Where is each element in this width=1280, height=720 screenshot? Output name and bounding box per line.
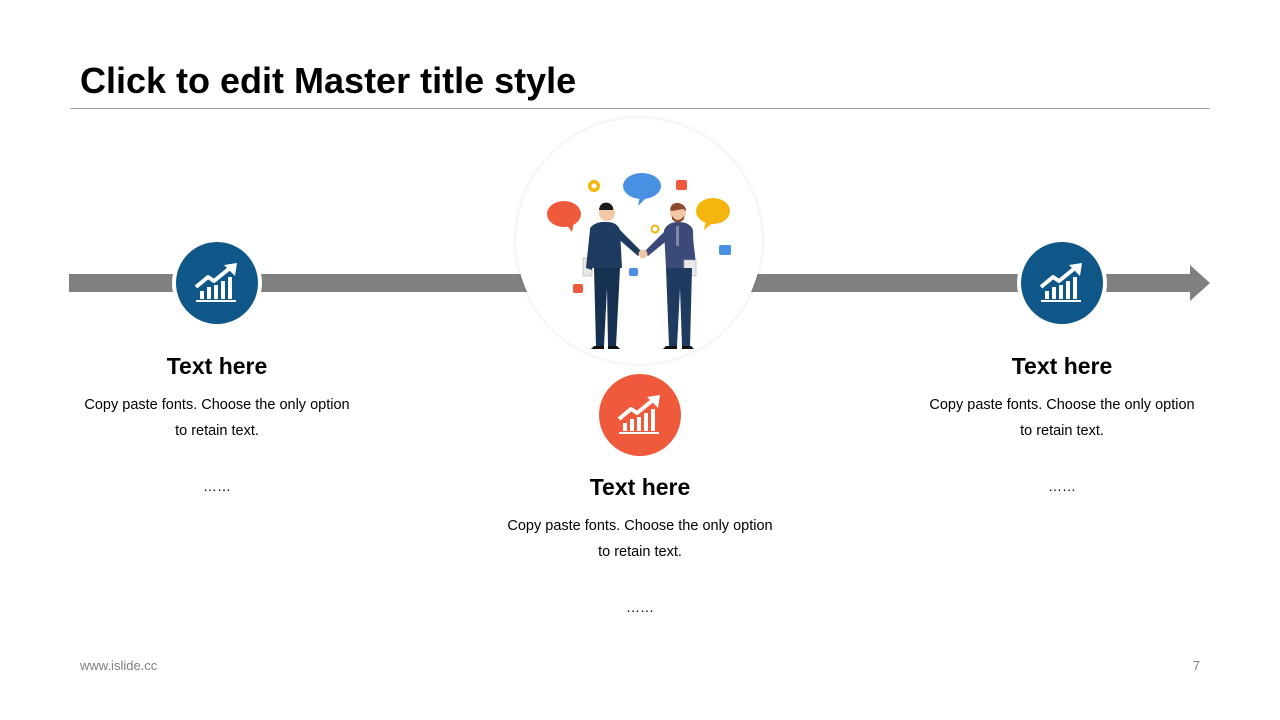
speech-bubble-yellow: [696, 198, 730, 224]
block-center-body[interactable]: Copy paste fonts. Choose the only option…: [490, 513, 790, 565]
block-right-ellipsis: ……: [1048, 478, 1076, 494]
block-right-body-line1: Copy paste fonts. Choose the only option: [929, 397, 1195, 413]
growth-chart-icon-left: [176, 242, 258, 324]
page-number: 7: [1192, 658, 1200, 673]
block-right-heading[interactable]: Text here: [912, 353, 1212, 380]
block-left-body[interactable]: Copy paste fonts. Choose the only option…: [67, 392, 367, 444]
growth-chart-icon: [194, 263, 237, 302]
speech-bubble-blue: [623, 173, 661, 199]
footer-url: www.islide.cc: [80, 658, 158, 673]
speech-bubble-red: [547, 201, 581, 227]
growth-chart-icon-right: [1021, 242, 1103, 324]
growth-chart-icon: [617, 395, 660, 434]
block-left-heading[interactable]: Text here: [67, 353, 367, 380]
block-center-body-line1: Copy paste fonts. Choose the only option: [507, 518, 773, 534]
block-left-body-line2: to retain text.: [175, 423, 259, 439]
block-center-heading[interactable]: Text here: [490, 474, 790, 501]
block-right-body-line2: to retain text.: [1020, 423, 1104, 439]
block-left-ellipsis: ……: [203, 478, 231, 494]
growth-chart-icon-center: [599, 374, 681, 456]
block-center-ellipsis: ……: [626, 599, 654, 615]
growth-chart-icon: [1039, 263, 1082, 302]
slide: Click to edit Master title style Text he…: [0, 0, 1280, 720]
block-center-body-line2: to retain text.: [598, 544, 682, 560]
block-right-body[interactable]: Copy paste fonts. Choose the only option…: [912, 392, 1212, 444]
block-left-body-line1: Copy paste fonts. Choose the only option: [84, 397, 350, 413]
handshake-illustration-art: [547, 173, 731, 349]
handshake-illustration: [516, 118, 762, 364]
